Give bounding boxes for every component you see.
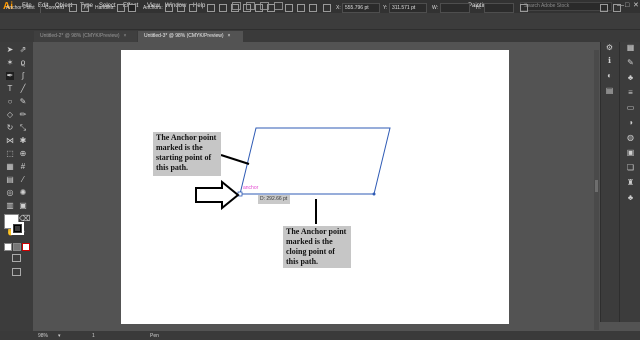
zoom-level[interactable]: 98% (38, 333, 48, 339)
artboard-number[interactable]: 1 (92, 333, 95, 339)
anchor-hint-label: anchor (243, 185, 259, 191)
measurement-tooltip: D: 292.66 pt (258, 195, 290, 204)
canvas-overlay (195, 127, 391, 224)
status-bar (0, 331, 640, 340)
callout-pointer-line (220, 154, 250, 165)
arrow-icon (195, 179, 240, 211)
callout-start-point: The Anchor point marked is the starting … (153, 132, 221, 176)
parallelogram-path[interactable] (239, 127, 391, 195)
chevron-down-icon[interactable]: ▾ (58, 333, 61, 339)
callout-closing-point: The Anchor point marked is the cloing po… (283, 226, 351, 268)
current-tool-status: Pen (150, 333, 159, 339)
end-anchor-point[interactable] (372, 192, 376, 196)
